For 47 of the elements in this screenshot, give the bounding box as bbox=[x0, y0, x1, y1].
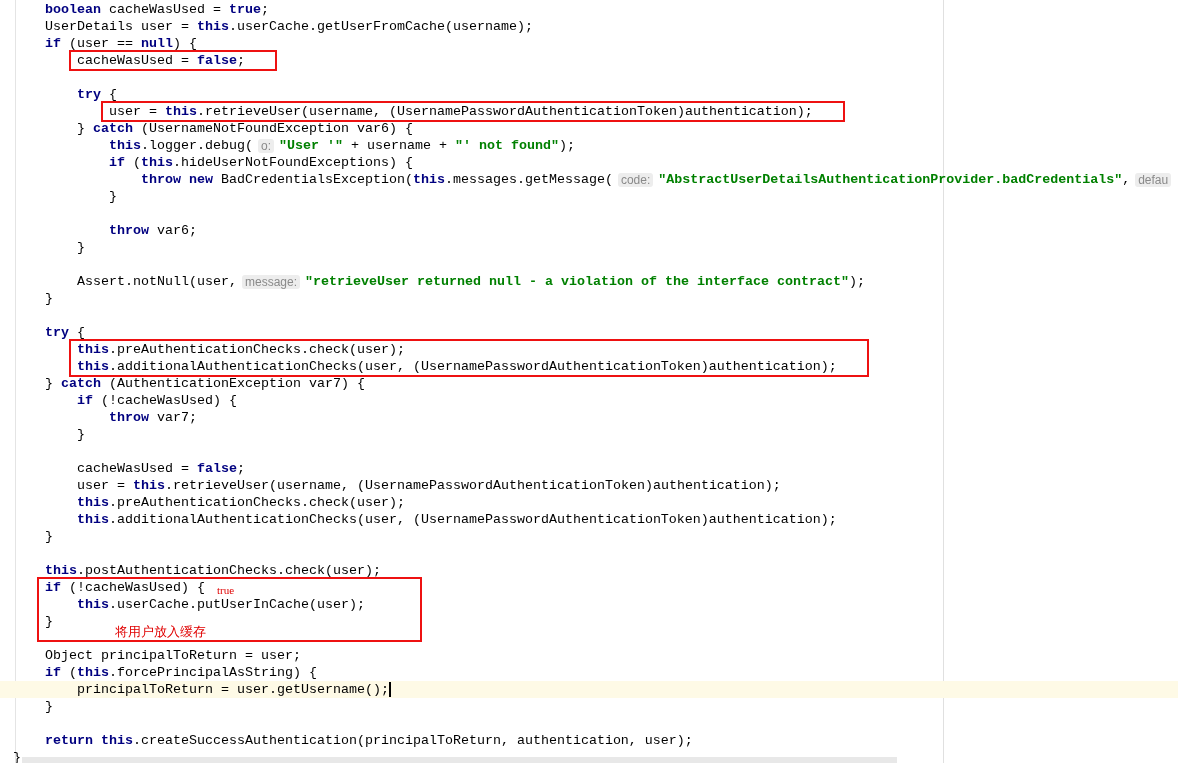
code-text: } bbox=[45, 615, 53, 628]
code-text: } bbox=[13, 751, 21, 763]
code-text: } bbox=[77, 428, 85, 441]
parameter-hint: defau bbox=[1135, 172, 1172, 187]
code-text: cacheWasUsed = false; bbox=[77, 54, 245, 67]
parameter-hint: code: bbox=[617, 172, 654, 187]
code-text: user = this.retrieveUser(username, (UsernamePasswordAuthenticationToken)authentication); bbox=[109, 105, 813, 118]
code-text: this.preAuthenticationChecks.check(user); bbox=[77, 343, 405, 356]
code-text: principalToReturn = user.getUsername(); bbox=[77, 683, 389, 696]
code-text: try { bbox=[77, 88, 117, 101]
code-text: user = this.retrieveUser(username, (UsernamePasswordAuthenticationToken)authentication); bbox=[77, 479, 781, 492]
code-text: UserDetails user = this.userCache.getUserFromCache(username); bbox=[45, 20, 533, 33]
code-text: if (this.hideUserNotFoundExceptions) { bbox=[109, 156, 413, 169]
code-text: } bbox=[45, 700, 53, 713]
code-text: if (user == null) { bbox=[45, 37, 197, 50]
text-cursor bbox=[388, 682, 391, 697]
code-text: "AbstractUserDetailsAuthenticationProvider.badCredentials", bbox=[658, 173, 1131, 186]
code-text: boolean cacheWasUsed = true; bbox=[45, 3, 269, 16]
code-text: } bbox=[109, 190, 117, 203]
code-text: } bbox=[77, 241, 85, 254]
code-text: throw var7; bbox=[109, 411, 197, 424]
annotation-note: 将用户放入缓存 bbox=[115, 625, 206, 639]
code-text: } catch (AuthenticationException var7) { bbox=[45, 377, 365, 390]
code-text: if (this.forcePrincipalAsString) { bbox=[45, 666, 317, 679]
code-text: "User '" + username + "' not found"); bbox=[279, 139, 575, 152]
code-text: return this.createSuccessAuthentication(principalToReturn, authentication, user); bbox=[45, 734, 693, 747]
parameter-hint: o: bbox=[258, 138, 274, 153]
code-text: throw new BadCredentialsException(this.messages.getMessage( bbox=[141, 173, 613, 186]
code-text: "retrieveUser returned null - a violation of the interface contract"); bbox=[305, 275, 865, 288]
code-text: if (!cacheWasUsed) { bbox=[77, 394, 237, 407]
code-text: } bbox=[45, 292, 53, 305]
code-text: if (!cacheWasUsed) { bbox=[45, 581, 205, 594]
code-text: this.additionalAuthenticationChecks(user, (UsernamePasswordAuthenticationToken)authentication); bbox=[77, 360, 837, 373]
code-text: Assert.notNull(user, bbox=[77, 275, 237, 288]
code-text: this.preAuthenticationChecks.check(user); bbox=[77, 496, 405, 509]
code-text: cacheWasUsed = false; bbox=[77, 462, 245, 475]
code-text: this.logger.debug( bbox=[109, 139, 253, 152]
code-text: } catch (UsernameNotFoundException var6) { bbox=[77, 122, 413, 135]
code-text: } bbox=[45, 530, 53, 543]
code-text: throw var6; bbox=[109, 224, 197, 237]
annotation-note: true bbox=[216, 583, 235, 599]
code-text: this.userCache.putUserInCache(user); bbox=[77, 598, 365, 611]
code-text: Object principalToReturn = user; bbox=[45, 649, 301, 662]
code-text: this.additionalAuthenticationChecks(user, (UsernamePasswordAuthenticationToken)authentication); bbox=[77, 513, 837, 526]
code-text: try { bbox=[45, 326, 85, 339]
code-text: this.postAuthenticationChecks.check(user); bbox=[45, 564, 381, 577]
parameter-hint: message: bbox=[241, 274, 300, 289]
